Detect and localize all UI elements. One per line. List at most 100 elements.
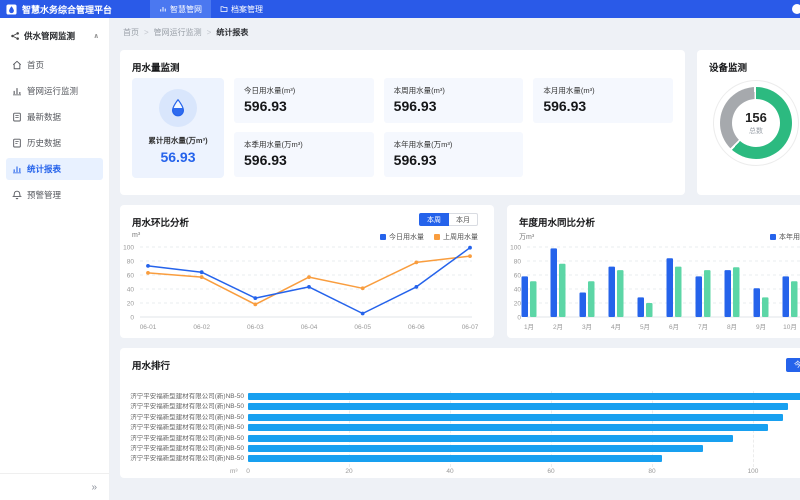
water-usage-body: 累计用水量(万m³) 56.93 今日用水量(m³) 596.93 本周用水量(m³… (132, 78, 673, 178)
history-data-icon (13, 138, 21, 148)
sidebar-item-6[interactable]: 预警管理 (6, 184, 103, 206)
donut-center: 156 总数 (713, 80, 799, 166)
stat-card-4: 本季用水量(万m³) 596.93 (234, 132, 374, 177)
svg-text:60: 60 (127, 272, 135, 279)
svg-text:20: 20 (127, 300, 135, 307)
ranking-row-4: 济宁平安福新型建材有限公司(新)NB-50 (120, 424, 800, 432)
sidebar: 供水管网监测 ∧ 首页管网运行监测 最新数据历史数据统计报表预警管理 » (0, 18, 110, 500)
legend-swatch (770, 234, 776, 240)
brand: 智慧水务综合管理平台 (0, 3, 142, 16)
ranking-row-label: 济宁平安福新型建材有限公司(新)NB-50 (130, 393, 244, 400)
svg-text:100: 100 (123, 244, 134, 251)
sidebar-item-label: 管网运行监测 (27, 86, 79, 96)
sidebar-item-1[interactable]: 首页 (6, 54, 103, 76)
ranking-row-label: 济宁平安福新型建材有限公司(新)NB-50 (130, 434, 244, 442)
sidebar-item-5[interactable]: 统计报表 (6, 158, 103, 180)
sidebar-item-label: 最新数据 (27, 112, 62, 122)
panel-title: 设备监测 (709, 63, 748, 74)
svg-text:0: 0 (130, 314, 134, 321)
svg-text:3月: 3月 (582, 323, 592, 331)
water-usage-panel: 用水量监测 累计用水量(万m³) 56.93 今日用水量(m³) 596.93 本周… (120, 50, 685, 195)
ranking-row-label: 济宁平安福新型建材有限公司(新)NB-50 (130, 445, 244, 452)
stat-card-2: 本周用水量(m³) 596.93 (383, 78, 524, 123)
breadcrumb-item-3: 统计报表 (216, 28, 249, 37)
ranking-unit-label: m³ (230, 468, 238, 475)
stat-label: 本季用水量(万m³) (244, 140, 303, 149)
year-panel: 年度用水同比分析 本年用水量 万m³ 0204060801001月2月3月4月5… (507, 205, 800, 338)
water-drop-icon (171, 98, 185, 117)
sidebar-group-label: 供水管网监测 (24, 31, 76, 41)
svg-text:2月: 2月 (553, 323, 563, 331)
monitor-icon (13, 88, 21, 96)
trend-line-chart: 0 20 40 60 80 100 06-01 06-02 06-03 06-04 06-05 06-… (123, 244, 479, 331)
svg-text:06-04: 06-04 (301, 324, 318, 331)
ranking-row-2: 济宁平安福新型建材有限公司(新)NB-50 (120, 403, 800, 411)
ranking-row-3: 济宁平安福新型建材有限公司(新)NB-50 (120, 413, 800, 422)
year-bar-chart: 0 20 40 60 80 100 1月 2月 3月 4月 5月 6月 7月 8月 9月 10月 (510, 244, 800, 331)
breadcrumb-separator: > (206, 28, 212, 37)
x-tick-label: 0 (246, 468, 250, 475)
svg-text:9月: 9月 (756, 323, 766, 331)
sidebar-group-header[interactable]: 供水管网监测 ∧ (0, 18, 109, 46)
panel-title: 年度用水同比分析 (519, 218, 596, 229)
ranking-bar (248, 424, 768, 432)
sidebar-item-label: 历史数据 (27, 138, 62, 148)
stat-value: 596.93 (244, 152, 287, 168)
panel-title: 用水排行 (132, 361, 171, 372)
brand-title: 智慧水务综合管理平台 (22, 4, 113, 15)
svg-text:10月: 10月 (783, 323, 797, 331)
topnav: 智慧管网 档案管理 (150, 0, 272, 18)
breadcrumb-separator: > (144, 28, 149, 37)
chart-icon (160, 7, 166, 12)
ranking-row-1: 济宁平安福新型建材有限公司(新)NB-50 (120, 393, 800, 401)
stat-value: 596.93 (244, 98, 287, 114)
stat-value: 596.93 (393, 98, 437, 114)
x-tick-label: 60 (547, 468, 555, 475)
device-donut-chart: 156 总数 (713, 80, 799, 166)
sidebar-collapse-button[interactable]: » (0, 473, 109, 500)
breadcrumb-item-2[interactable]: 管网运行监测 (154, 27, 202, 38)
svg-text:7月: 7月 (698, 323, 708, 331)
water-logo-icon (6, 4, 17, 15)
stat-label: 本月用水量(m³) (543, 86, 595, 95)
trend-toggle-1[interactable]: 本周 (419, 213, 449, 226)
ranking-bar (248, 413, 783, 421)
topnav-item-1[interactable]: 智慧管网 (150, 0, 211, 18)
sidebar-item-label: 首页 (27, 60, 45, 70)
svg-text:06-07: 06-07 (462, 324, 479, 331)
home-icon (12, 60, 22, 70)
user-avatar[interactable] (792, 4, 800, 14)
trend-panel: 用水环比分析 本周 本月 今日用水量 上周用水量 m³ 0 20 40 60 80 100 06… (120, 205, 494, 338)
ranking-row-6: 济宁平安福新型建材有限公司(新)NB-50 (120, 445, 800, 453)
water-drop-icon (159, 89, 197, 127)
svg-text:06-06: 06-06 (408, 324, 425, 331)
svg-text:80: 80 (127, 258, 135, 265)
ranking-row-label: 济宁平安福新型建材有限公司(新)NB-50 (130, 403, 244, 411)
ranking-bar (248, 455, 662, 463)
topnav-item-2[interactable]: 档案管理 (211, 0, 272, 18)
chevron-up-icon[interactable]: ∧ (93, 32, 99, 40)
svg-text:0: 0 (517, 314, 521, 321)
total-usage-label: 累计用水量(万m³) (148, 136, 208, 145)
trend-toggle-2[interactable]: 本月 (449, 213, 478, 226)
svg-text:4月: 4月 (611, 323, 621, 331)
breadcrumb-item-1[interactable]: 首页 (123, 27, 139, 38)
sidebar-item-3[interactable]: 最新数据 (6, 106, 103, 128)
ranking-bar (248, 403, 788, 411)
ranking-row-7: 济宁平安福新型建材有限公司(新)NB-50 (120, 455, 800, 463)
svg-text:06-05: 06-05 (354, 324, 371, 331)
sidebar-item-label: 预警管理 (27, 190, 62, 200)
sidebar-menu: 首页管网运行监测 最新数据历史数据统计报表预警管理 (0, 54, 109, 206)
ranking-bar (248, 393, 800, 400)
sidebar-item-4[interactable]: 历史数据 (6, 132, 103, 154)
ranking-today-button[interactable]: 今日 (786, 358, 800, 372)
svg-text:06-02: 06-02 (193, 324, 210, 331)
sidebar-item-2[interactable]: 管网运行监测 (6, 80, 103, 102)
total-usage-value: 56.93 (160, 149, 196, 165)
ranking-row-label: 济宁平安福新型建材有限公司(新)NB-50 (130, 455, 244, 463)
water-logo-icon (6, 3, 17, 15)
svg-text:6月: 6月 (669, 323, 679, 331)
topnav-item-label: 智慧管网 (170, 4, 202, 14)
report-icon (13, 166, 21, 174)
total-usage-card: 累计用水量(万m³) 56.93 (132, 78, 224, 178)
